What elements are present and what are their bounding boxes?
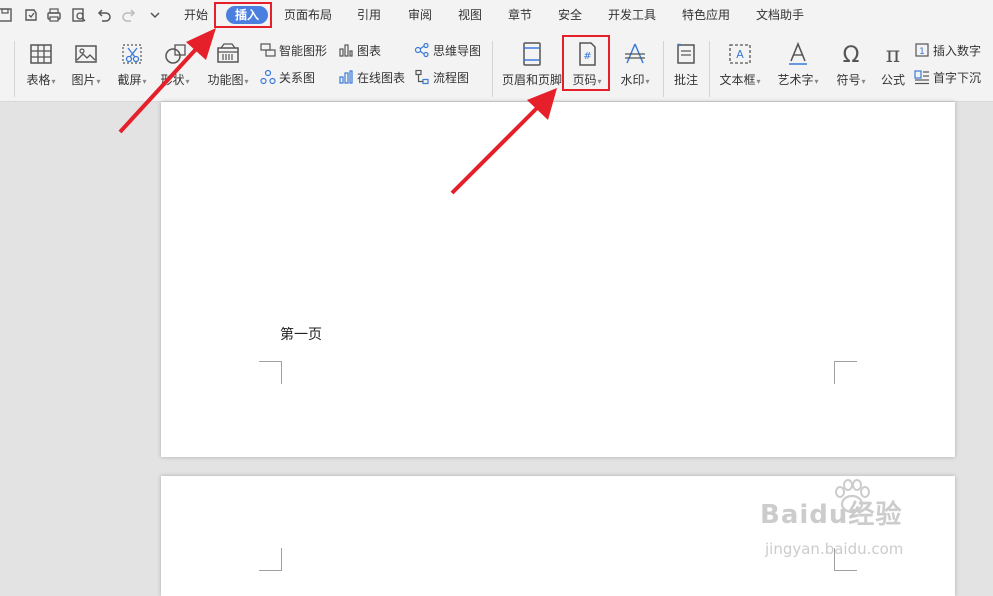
annotation-arrows <box>118 28 557 195</box>
arrow-to-page-number <box>450 88 557 195</box>
arrow-to-insert-tab <box>118 28 216 134</box>
